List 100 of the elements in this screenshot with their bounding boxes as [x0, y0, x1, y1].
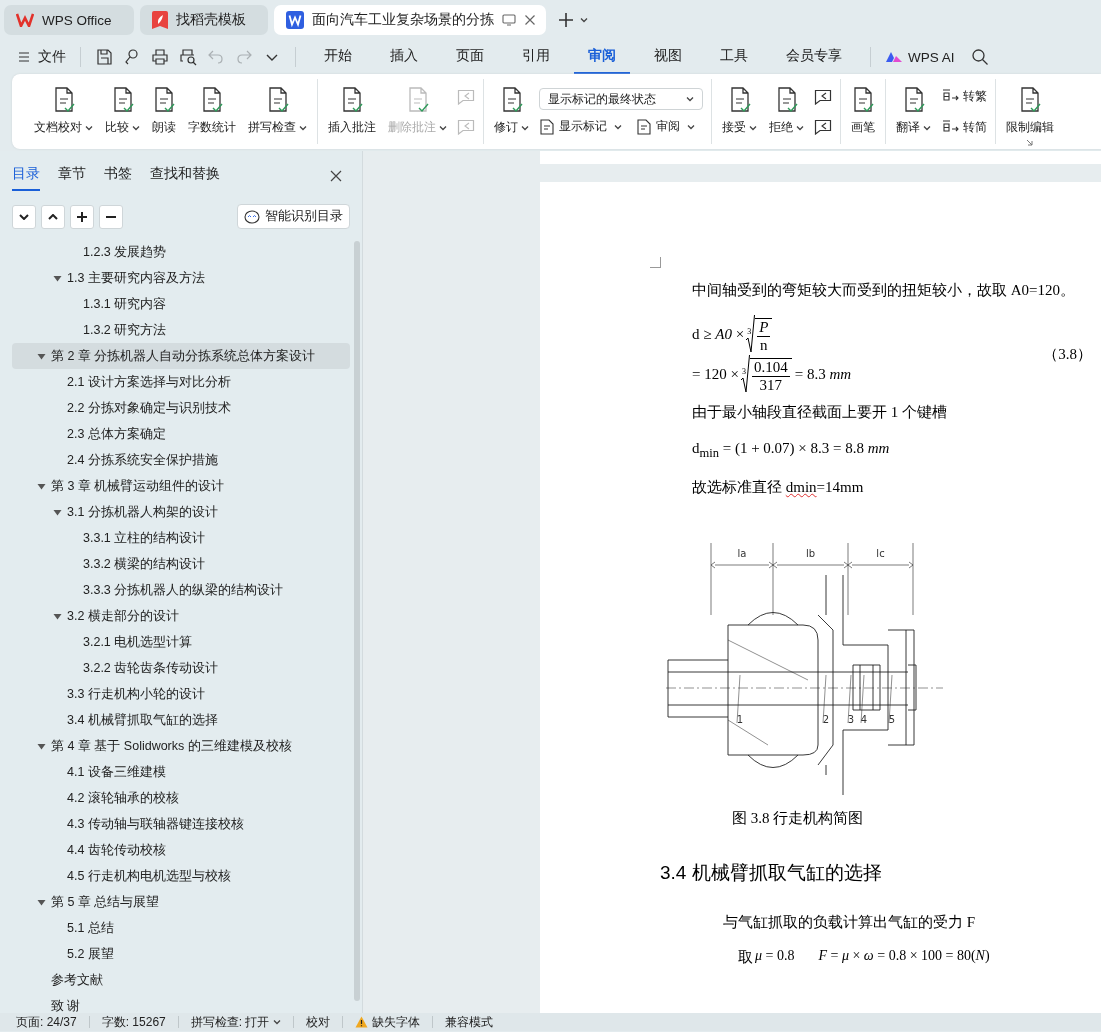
- outline-item[interactable]: 第 3 章 机械臂运动组件的设计: [12, 473, 350, 499]
- outline-item[interactable]: 3.3.3 分拣机器人的纵梁的结构设计: [12, 577, 350, 603]
- ribbon-tab[interactable]: 开始: [310, 40, 366, 74]
- ribbon-button[interactable]: 翻译: [894, 83, 933, 140]
- outline-item[interactable]: 3.2.1 电机选型计算: [12, 629, 350, 655]
- outline-item[interactable]: 3.3.1 立柱的结构设计: [12, 525, 350, 551]
- outline-item[interactable]: 5.1 总结: [12, 915, 350, 941]
- print-preview-icon[interactable]: [179, 48, 197, 66]
- chevron-up-icon: [47, 213, 59, 220]
- search-icon[interactable]: [970, 48, 989, 66]
- ribbon-tab[interactable]: 工具: [706, 40, 762, 74]
- close-icon[interactable]: [523, 14, 536, 26]
- outline-item[interactable]: 第 2 章 分拣机器人自动分拣系统总体方案设计: [12, 343, 350, 369]
- outline-item[interactable]: 1.3 主要研究内容及方法: [12, 265, 350, 291]
- ribbon-button[interactable]: 字数统计: [186, 83, 238, 140]
- status-item[interactable]: 校对: [306, 1013, 343, 1031]
- status-item[interactable]: 缺失字体: [355, 1013, 433, 1031]
- outline-item[interactable]: 致 谢: [12, 993, 350, 1013]
- outline-item[interactable]: 4.3 传动轴与联轴器键连接校核: [12, 811, 350, 837]
- outline-item[interactable]: 3.3 行走机构小轮的设计: [12, 681, 350, 707]
- ribbon-button[interactable]: 接受: [720, 83, 759, 140]
- scrollbar[interactable]: [354, 241, 360, 1001]
- expand-corner-icon[interactable]: [1026, 139, 1033, 146]
- key-icon[interactable]: [123, 48, 141, 66]
- outline-item[interactable]: 5.2 展望: [12, 941, 350, 967]
- triangle-down-icon[interactable]: [37, 897, 46, 907]
- comment-icon[interactable]: [814, 118, 832, 135]
- ribbon-button[interactable]: 显示标记: [539, 118, 622, 135]
- triangle-down-icon[interactable]: [53, 507, 62, 517]
- save-icon[interactable]: [95, 48, 113, 66]
- expand-button[interactable]: [41, 204, 65, 229]
- ribbon-tab[interactable]: 插入: [376, 40, 432, 74]
- outline-item[interactable]: 第 5 章 总结与展望: [12, 889, 350, 915]
- print-icon[interactable]: [151, 48, 169, 66]
- outline-item[interactable]: 1.3.2 研究方法: [12, 317, 350, 343]
- outline-item[interactable]: 1.3.1 研究内容: [12, 291, 350, 317]
- ribbon-tab[interactable]: 页面: [442, 40, 498, 74]
- outline-item[interactable]: 3.4 机械臂抓取气缸的选择: [12, 707, 350, 733]
- comment-icon[interactable]: [814, 88, 832, 105]
- markup-dropdown[interactable]: 显示标记的最终状态: [539, 88, 703, 110]
- close-icon[interactable]: [330, 170, 342, 182]
- ribbon-button[interactable]: 修订: [492, 83, 531, 140]
- smart-toc-button[interactable]: 智能识别目录: [237, 204, 350, 229]
- ribbon-button[interactable]: 转繁: [941, 87, 987, 105]
- outline-item[interactable]: 3.2.2 齿轮齿条传动设计: [12, 655, 350, 681]
- outline-item[interactable]: 1.2.3 发展趋势: [12, 239, 350, 265]
- document-icon: [152, 87, 176, 113]
- outline-item[interactable]: 4.5 行走机构电机选型与校核: [12, 863, 350, 889]
- outline-item[interactable]: 4.2 滚轮轴承的校核: [12, 785, 350, 811]
- paragraph: 中间轴受到的弯矩较大而受到的扭矩较小，故取 A0=120。: [692, 281, 1077, 300]
- ribbon-tab[interactable]: 视图: [640, 40, 696, 74]
- triangle-down-icon[interactable]: [37, 481, 46, 491]
- triangle-down-icon[interactable]: [53, 273, 62, 283]
- outline-item[interactable]: 2.2 分拣对象确定与识别技术: [12, 395, 350, 421]
- outline-item[interactable]: 2.4 分拣系统安全保护措施: [12, 447, 350, 473]
- outline-item[interactable]: 2.1 设计方案选择与对比分析: [12, 369, 350, 395]
- menu-icon: [18, 51, 30, 63]
- ribbon-button[interactable]: 朗读: [150, 83, 178, 140]
- file-menu-button[interactable]: 文件: [18, 48, 66, 66]
- panel-tab[interactable]: 章节: [58, 161, 86, 191]
- ribbon-button[interactable]: 审阅: [636, 118, 695, 135]
- ribbon-button[interactable]: 比较: [103, 83, 142, 140]
- monitor-icon[interactable]: [501, 14, 516, 26]
- ribbon-button[interactable]: 转简: [941, 118, 987, 136]
- ribbon-button[interactable]: 拒绝: [767, 83, 806, 140]
- collapse-button[interactable]: [12, 204, 36, 229]
- outline-item[interactable]: 4.1 设备三维建模: [12, 759, 350, 785]
- remove-button[interactable]: [99, 204, 123, 229]
- status-item[interactable]: 页面: 24/37: [16, 1013, 89, 1031]
- caret-icon: [579, 17, 588, 23]
- outline-item[interactable]: 2.3 总体方案确定: [12, 421, 350, 447]
- status-item[interactable]: 拼写检查: 打开: [190, 1013, 294, 1031]
- window-tab[interactable]: 面向汽车工业复杂场景的分拣: [273, 5, 546, 35]
- ribbon-button[interactable]: 文档校对: [32, 83, 95, 140]
- ribbon-tab[interactable]: 会员专享: [772, 40, 856, 74]
- window-tab[interactable]: 找稻壳模板: [139, 5, 268, 35]
- status-item[interactable]: 字数: 15267: [101, 1013, 178, 1031]
- add-button[interactable]: [70, 204, 94, 229]
- ai-button[interactable]: WPS AI: [885, 49, 955, 65]
- ribbon-button[interactable]: 插入批注: [326, 83, 378, 140]
- outline-item[interactable]: 3.2 横走部分的设计: [12, 603, 350, 629]
- outline-item[interactable]: 3.3.2 横梁的结构设计: [12, 551, 350, 577]
- triangle-down-icon[interactable]: [53, 611, 62, 621]
- outline-item[interactable]: 第 4 章 基于 Solidworks 的三维建模及校核: [12, 733, 350, 759]
- outline-item[interactable]: 4.4 齿轮传动校核: [12, 837, 350, 863]
- dimension-label: lb: [805, 548, 816, 559]
- ribbon-button[interactable]: 限制编辑: [1004, 83, 1056, 140]
- ribbon-button[interactable]: 拼写检查: [246, 83, 309, 140]
- triangle-down-icon[interactable]: [37, 351, 46, 361]
- ribbon-button[interactable]: 画笔: [849, 83, 877, 140]
- panel-tab[interactable]: 书签: [104, 161, 132, 191]
- outline-item[interactable]: 参考文献: [12, 967, 350, 993]
- plus-icon[interactable]: [557, 12, 574, 28]
- status-item[interactable]: 兼容模式: [445, 1013, 506, 1031]
- triangle-down-icon[interactable]: [37, 741, 46, 751]
- ribbon-tab[interactable]: 引用: [508, 40, 564, 74]
- panel-tab[interactable]: 目录: [12, 161, 40, 191]
- window-tab[interactable]: WPS Office: [4, 5, 134, 35]
- outline-item[interactable]: 3.1 分拣机器人构架的设计: [12, 499, 350, 525]
- panel-tab[interactable]: 查找和替换: [150, 161, 220, 191]
